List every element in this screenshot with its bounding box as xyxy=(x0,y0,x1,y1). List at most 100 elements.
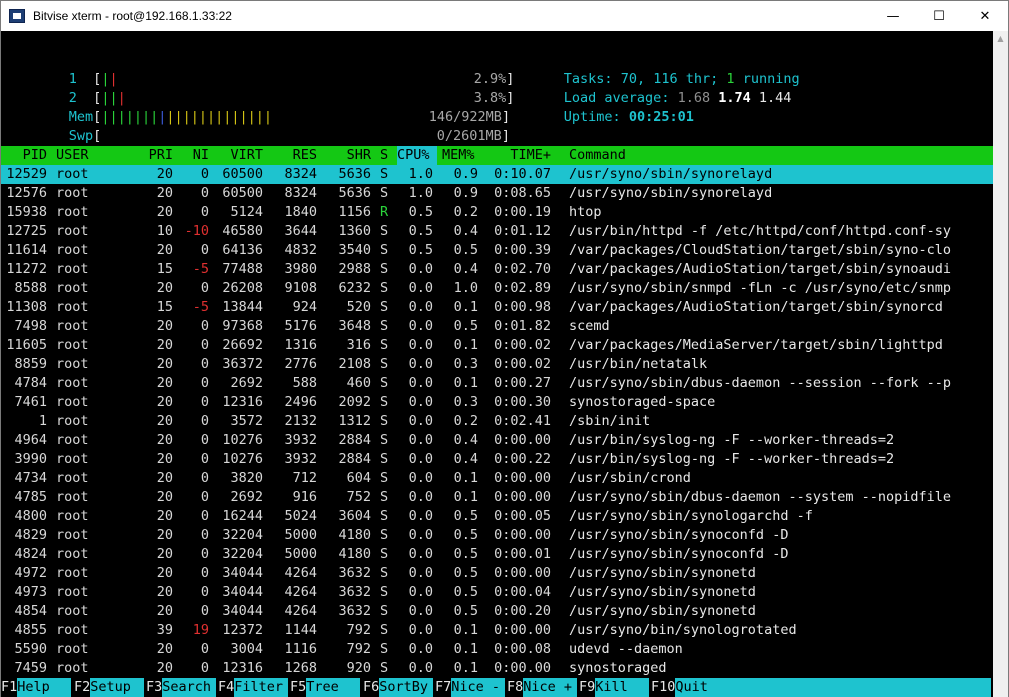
process-mem: 0.3 xyxy=(453,356,478,372)
process-row[interactable]: 15938 root 20 0 5124 1840 1156 R 0.5 0.2 0:00.19 ht… xyxy=(1,203,993,222)
col-state[interactable]: S xyxy=(380,146,388,165)
process-row[interactable]: 4824 root 20 0 32204 5000 4180 S 0.0 0.5 0:00.01/u… xyxy=(1,545,993,564)
process-row[interactable]: 12529 root 20 0 60500 8324 5636 S 1.0 0.9 0:10.07 /… xyxy=(1,165,993,184)
col-command[interactable]: Command xyxy=(569,146,626,165)
col-res[interactable]: RES xyxy=(269,146,317,165)
process-row[interactable]: 7498 root 20 0 97368 5176 3648 S 0.0 0.5 0:01.82 sc… xyxy=(1,317,993,336)
process-row[interactable]: 7461 root 20 0 12316 2496 2092 S 0.0 0.3 0:00.30 sy… xyxy=(1,393,993,412)
f2-setup-key[interactable]: F2Setup xyxy=(74,678,145,697)
process-row[interactable]: 4785 root 20 0 2692 916 752 S 0.0 0.1 0:00.00/usr/… xyxy=(1,488,993,507)
process-ni: 0 xyxy=(200,185,209,201)
process-pid: 4964 xyxy=(14,432,47,448)
process-pid: 1 xyxy=(38,413,47,429)
process-row[interactable]: 8588 root 20 0 26208 9108 6232 S 0.0 1.0 0:02.89/u… xyxy=(1,279,993,298)
col-ni[interactable]: NI xyxy=(181,146,209,165)
process-time: 0:00.27 xyxy=(494,375,551,391)
process-row[interactable]: 4734 root 20 0 3820 712 604 S 0.0 0.1 0:00.00/usr/… xyxy=(1,469,993,488)
col-shr[interactable]: SHR xyxy=(323,146,371,165)
process-virt: 34044 xyxy=(222,584,263,600)
col-cpu[interactable]: CPU% xyxy=(397,146,437,165)
process-shr: 2884 xyxy=(338,451,371,467)
terminal-area[interactable]: 1 [|| 2.9%] 2 [||| 3.8%] Mem[|||||||||||… xyxy=(1,31,993,697)
col-virt[interactable]: VIRT xyxy=(215,146,263,165)
uptime-value: 00:25:01 xyxy=(628,109,694,125)
process-row[interactable]: 4855 root 39 19 12372 1144 792 S 0.0 0.1 0:00.00/u… xyxy=(1,621,993,640)
process-res: 9108 xyxy=(284,280,317,296)
f5-tree-key[interactable]: F5Tree xyxy=(290,678,361,697)
process-virt: 12316 xyxy=(222,394,263,410)
close-button[interactable]: ✕ xyxy=(962,1,1008,31)
process-row[interactable]: 5590 root 20 0 3004 1116 792 S 0.0 0.1 0:00.08 udev… xyxy=(1,640,993,659)
process-pid: 4972 xyxy=(14,565,47,581)
process-pid: 4784 xyxy=(14,375,47,391)
f8-nice-plus-key[interactable]: F8Nice + xyxy=(507,678,578,697)
col-mem[interactable]: MEM% xyxy=(442,146,475,165)
process-row[interactable]: 4964 root 20 0 10276 3932 2884 S 0.0 0.4 0:00.00/u… xyxy=(1,431,993,450)
process-shr: 1156 xyxy=(338,204,371,220)
process-row[interactable]: 3990 root 20 0 10276 3932 2884 S 0.0 0.4 0:00.22/u… xyxy=(1,450,993,469)
minimize-icon: — xyxy=(886,8,900,24)
f7-nice-minus-key[interactable]: F7Nice - xyxy=(435,678,506,697)
process-row[interactable]: 12725 root 10 -10 46580 3644 1360 S 0.5 0.4 0:01.1… xyxy=(1,222,993,241)
process-row[interactable]: 12576 root 20 0 60500 8324 5636 S 1.0 0.9 0:08.65 /… xyxy=(1,184,993,203)
f9-kill-key[interactable]: F9Kill xyxy=(579,678,650,697)
process-row[interactable]: 11605 root 20 0 26692 1316 316 S 0.0 0.1 0:00.02/v… xyxy=(1,336,993,355)
process-shr: 460 xyxy=(346,375,371,391)
process-row[interactable]: 4800 root 20 0 16244 5024 3604 S 0.0 0.5 0:00.05/u… xyxy=(1,507,993,526)
f6-sortby-key[interactable]: F6SortBy xyxy=(363,678,434,697)
process-mem: 0.5 xyxy=(453,546,478,562)
f4-filter-key[interactable]: F4Filter xyxy=(218,678,289,697)
process-row[interactable]: 11614 root 20 0 64136 4832 3540 S 0.5 0.5 0:00.39 /… xyxy=(1,241,993,260)
col-user[interactable]: USER xyxy=(56,146,89,165)
process-pri: 20 xyxy=(156,356,173,372)
process-row[interactable]: 11272 root 15 -5 77488 3980 2988 S 0.0 0.4 0:02.70… xyxy=(1,260,993,279)
f3-search-key[interactable]: F3Search xyxy=(146,678,217,697)
f10-quit-key[interactable]: F10Quit xyxy=(651,678,992,697)
process-mem: 0.1 xyxy=(453,375,478,391)
process-s: S xyxy=(380,318,389,334)
process-command: synostoraged-space xyxy=(569,394,716,410)
process-pri: 20 xyxy=(156,337,173,353)
process-user: root xyxy=(56,261,89,277)
terminal-window: Bitvise xterm - root@192.168.1.33:22 — ☐… xyxy=(0,0,1009,697)
process-s: S xyxy=(380,299,389,315)
process-row[interactable]: 11308 root 15 -5 13844 924 520 S 0.0 0.1 0:00.98/v… xyxy=(1,298,993,317)
process-s: S xyxy=(380,584,389,600)
col-pid[interactable]: PID xyxy=(5,146,47,165)
process-cpu: 0.0 xyxy=(408,622,433,638)
minimize-button[interactable]: — xyxy=(870,1,916,31)
process-virt: 97368 xyxy=(222,318,263,334)
process-res: 5000 xyxy=(284,527,317,543)
col-pri[interactable]: PRI xyxy=(131,146,173,165)
process-row[interactable]: 4973 root 20 0 34044 4264 3632 S 0.0 0.5 0:00.04/u… xyxy=(1,583,993,602)
process-ni: 0 xyxy=(200,413,209,429)
title-bar[interactable]: Bitvise xterm - root@192.168.1.33:22 — ☐… xyxy=(1,1,1008,31)
process-cpu: 0.0 xyxy=(408,508,433,524)
process-pri: 20 xyxy=(156,432,173,448)
swap-label: Swp xyxy=(68,128,94,144)
process-ni: -5 xyxy=(192,261,209,277)
process-mem: 0.1 xyxy=(453,660,478,676)
process-row[interactable]: 4972 root 20 0 34044 4264 3632 S 0.0 0.5 0:00.00/u… xyxy=(1,564,993,583)
process-command: /usr/syno/bin/synologrotated xyxy=(569,622,797,638)
process-row[interactable]: 1 root 20 0 3572 2132 1312 S 0.0 0.2 0:02.41/sbin/… xyxy=(1,412,993,431)
process-pid: 4785 xyxy=(14,489,47,505)
process-row[interactable]: 4829 root 20 0 32204 5000 4180 S 0.0 0.5 0:00.00/u… xyxy=(1,526,993,545)
process-row[interactable]: 8859 root 20 0 36372 2776 2108 S 0.0 0.3 0:00.02/u… xyxy=(1,355,993,374)
col-time[interactable]: TIME+ xyxy=(493,146,551,165)
vertical-scrollbar[interactable]: ▲ xyxy=(993,31,1008,697)
f1-help-key[interactable]: F1Help xyxy=(1,678,72,697)
process-virt: 64136 xyxy=(222,242,263,258)
process-time: 0:00.19 xyxy=(494,204,551,220)
maximize-button[interactable]: ☐ xyxy=(916,1,962,31)
process-mem: 0.1 xyxy=(453,337,478,353)
process-row[interactable]: 4784 root 20 0 2692 588 460 S 0.0 0.1 0:00.27/usr/… xyxy=(1,374,993,393)
process-command: htop xyxy=(569,204,602,220)
process-row[interactable]: 7459 root 20 0 12316 1268 920 S 0.0 0.1 0:00.00 syn… xyxy=(1,659,993,678)
process-s: S xyxy=(380,451,389,467)
process-user: root xyxy=(56,451,89,467)
process-s: S xyxy=(380,660,389,676)
process-row[interactable]: 4854 root 20 0 34044 4264 3632 S 0.0 0.5 0:00.20/u… xyxy=(1,602,993,621)
process-pid: 8588 xyxy=(14,280,47,296)
scroll-up-arrow-icon[interactable]: ▲ xyxy=(993,31,1008,47)
